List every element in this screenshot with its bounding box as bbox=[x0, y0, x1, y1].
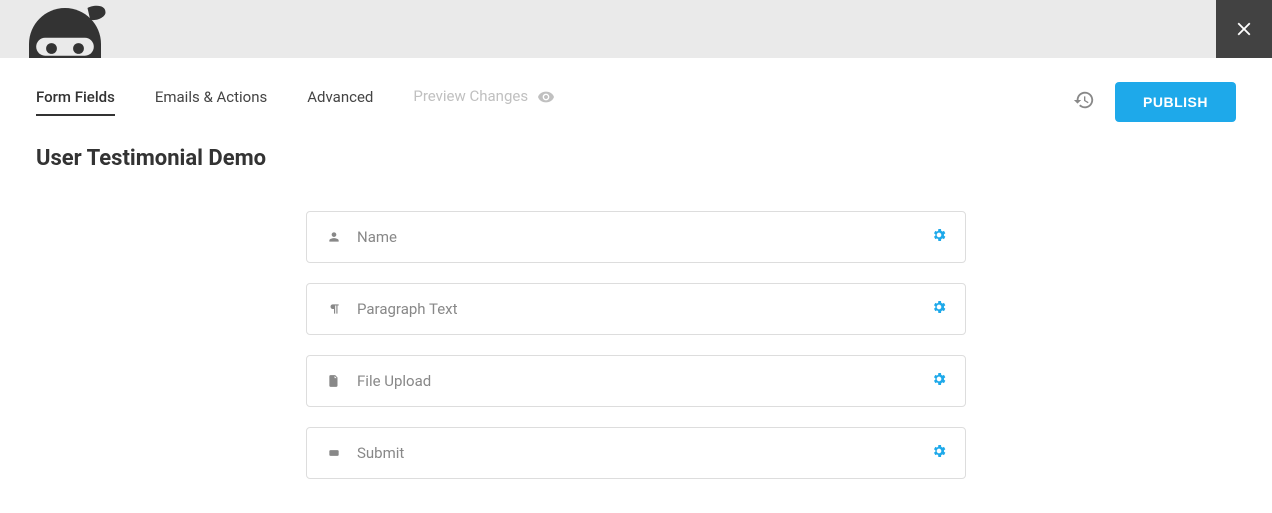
history-button[interactable] bbox=[1073, 89, 1095, 115]
field-row-paragraph[interactable]: Paragraph Text bbox=[306, 283, 966, 335]
tab-label: Form Fields bbox=[36, 88, 115, 106]
publish-button[interactable]: PUBLISH bbox=[1115, 82, 1236, 122]
gear-icon bbox=[931, 227, 947, 243]
field-row-name[interactable]: Name bbox=[306, 211, 966, 263]
gear-icon bbox=[931, 299, 947, 315]
tab-label: Emails & Actions bbox=[155, 88, 267, 106]
eye-icon bbox=[538, 89, 554, 107]
history-icon bbox=[1073, 89, 1095, 111]
field-row-submit[interactable]: Submit bbox=[306, 427, 966, 479]
file-icon bbox=[325, 372, 343, 390]
publish-label: PUBLISH bbox=[1143, 94, 1208, 110]
user-icon bbox=[325, 228, 343, 246]
tab-preview-changes: Preview Changes bbox=[413, 87, 553, 116]
tab-emails-actions[interactable]: Emails & Actions bbox=[155, 88, 267, 116]
field-settings-button[interactable] bbox=[931, 299, 947, 319]
tab-form-fields[interactable]: Form Fields bbox=[36, 88, 115, 116]
field-settings-button[interactable] bbox=[931, 371, 947, 391]
field-label: Paragraph Text bbox=[357, 300, 931, 318]
fields-area: Name Paragraph Text File Upload bbox=[0, 181, 1272, 499]
gear-icon bbox=[931, 443, 947, 459]
tab-label: Advanced bbox=[307, 88, 373, 106]
field-label: File Upload bbox=[357, 372, 931, 390]
close-icon bbox=[1233, 18, 1255, 40]
field-settings-button[interactable] bbox=[931, 227, 947, 247]
app-logo bbox=[20, 0, 110, 58]
paragraph-icon bbox=[325, 300, 343, 318]
field-settings-button[interactable] bbox=[931, 443, 947, 463]
topbar bbox=[0, 0, 1272, 58]
field-label: Name bbox=[357, 228, 931, 246]
right-actions: PUBLISH bbox=[1073, 82, 1236, 122]
field-row-file-upload[interactable]: File Upload bbox=[306, 355, 966, 407]
field-label: Submit bbox=[357, 444, 931, 462]
button-icon bbox=[325, 444, 343, 462]
close-button[interactable] bbox=[1216, 0, 1272, 58]
gear-icon bbox=[931, 371, 947, 387]
tabs-bar: Form Fields Emails & Actions Advanced Pr… bbox=[0, 58, 1272, 122]
main-content: Form Fields Emails & Actions Advanced Pr… bbox=[0, 58, 1272, 499]
tab-label: Preview Changes bbox=[413, 87, 528, 105]
tab-advanced[interactable]: Advanced bbox=[307, 88, 373, 116]
form-title: User Testimonial Demo bbox=[0, 122, 1272, 181]
